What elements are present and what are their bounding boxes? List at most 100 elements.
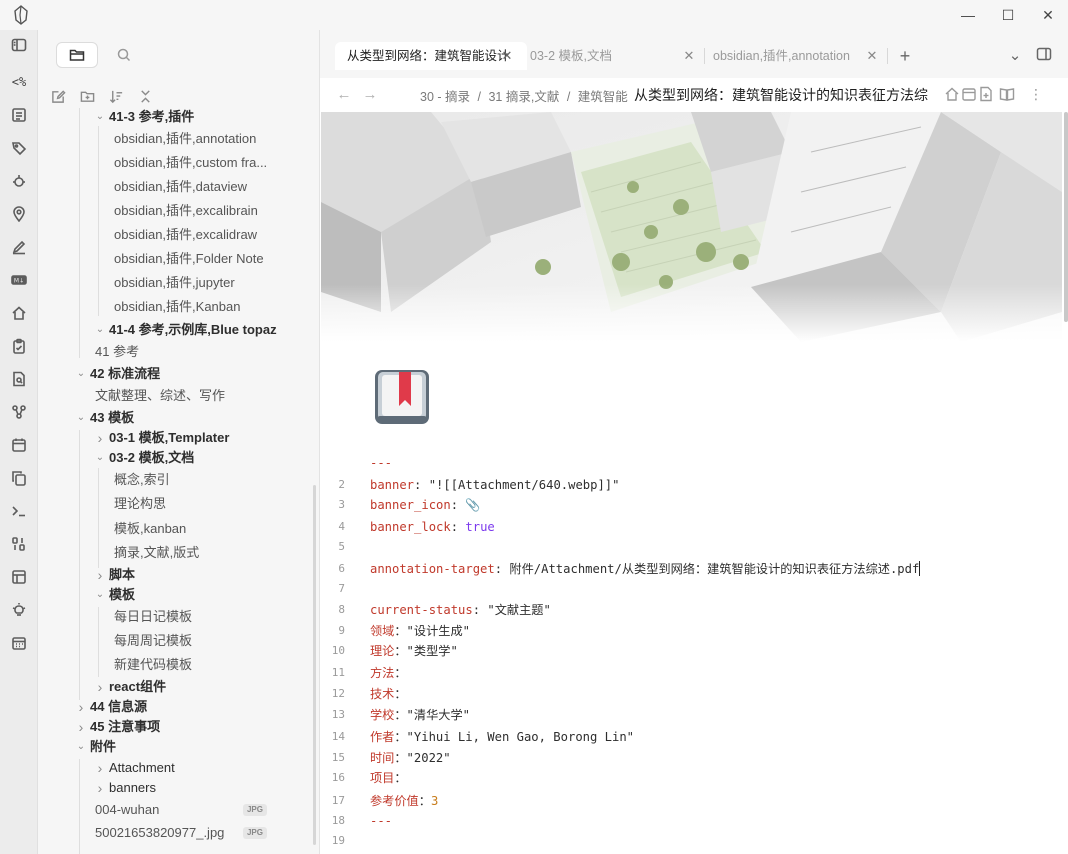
sidebar-scrollbar[interactable]	[313, 485, 316, 845]
pencil-icon[interactable]	[9, 237, 29, 257]
terminal-icon[interactable]	[9, 501, 29, 521]
tree-file[interactable]: obsidian,插件,excalibrain	[38, 200, 319, 222]
tree-file[interactable]: obsidian,插件,Folder Note	[38, 248, 319, 270]
chevron-right-icon[interactable]: ›	[95, 676, 105, 698]
close-tab-icon[interactable]: ✕	[498, 42, 516, 70]
tree-file[interactable]: 每日日记模板	[38, 606, 319, 628]
tree-folder[interactable]: › banners	[38, 777, 319, 799]
chevron-right-icon[interactable]: ›	[76, 696, 86, 718]
tag-icon[interactable]	[9, 138, 29, 158]
editor-line[interactable]: 6 annotation-target: 附件/Attachment/从类型到网络…	[321, 559, 1061, 579]
search-tab[interactable]	[112, 42, 136, 68]
editor-line[interactable]: 4 banner_lock: true	[321, 517, 1061, 537]
bug-icon[interactable]	[9, 171, 29, 191]
graph-icon[interactable]	[9, 402, 29, 422]
chevron-down-icon[interactable]: ⌄	[76, 736, 86, 758]
clipboard-icon[interactable]	[9, 336, 29, 356]
editor-line[interactable]: 8 current-status: "文献主题"	[321, 600, 1061, 620]
markdown-icon[interactable]: M↓	[9, 270, 29, 290]
lightbulb-icon[interactable]	[9, 600, 29, 620]
breadcrumb-item[interactable]: 30 - 摘录	[420, 90, 470, 104]
maximize-button[interactable]: ☐	[988, 0, 1028, 30]
more-options-icon[interactable]: ⋮	[1028, 86, 1044, 102]
chevron-right-icon[interactable]: ›	[95, 564, 105, 586]
home-icon[interactable]	[9, 303, 29, 323]
right-sidebar-toggle-icon[interactable]	[1036, 46, 1054, 64]
new-tab-button[interactable]: +	[894, 42, 916, 70]
files-tab[interactable]	[56, 42, 98, 68]
tree-file[interactable]: 摘录,文献,版式	[38, 542, 319, 564]
binary-icon[interactable]	[9, 534, 29, 554]
tree-file[interactable]: 模板,kanban	[38, 518, 319, 540]
close-tab-icon[interactable]: ✕	[680, 42, 698, 70]
chevron-right-icon[interactable]: ›	[95, 777, 105, 799]
tree-folder[interactable]: ⌄ 43 模板	[38, 407, 319, 429]
calendar-icon[interactable]	[961, 86, 977, 102]
search-file-icon[interactable]	[9, 369, 29, 389]
file-plus-icon[interactable]	[978, 86, 994, 102]
tree-folder[interactable]: ⌄ 03-2 模板,文档	[38, 447, 319, 469]
editor-line[interactable]: 2 banner: "![[Attachment/640.webp]]"	[321, 475, 1061, 495]
editor-line[interactable]: 11 方法：	[321, 663, 1061, 683]
tree-folder[interactable]: › 45 注意事项	[38, 716, 319, 738]
editor-scrollbar[interactable]	[1064, 112, 1068, 322]
editor-line[interactable]: 18 ---	[321, 811, 1061, 831]
editor-line[interactable]: 17 参考价值：3	[321, 791, 1061, 811]
editor-line[interactable]: 5	[321, 537, 1061, 557]
forward-button[interactable]: →	[360, 85, 380, 105]
sidebar-toggle-icon[interactable]	[9, 35, 29, 55]
tab-annotation[interactable]: obsidian,插件,annotation	[713, 42, 863, 70]
close-window-button[interactable]: ✕	[1028, 0, 1068, 30]
tab-template-doc[interactable]: 03-2 模板,文档	[530, 42, 680, 70]
back-button[interactable]: ←	[334, 85, 354, 105]
close-tab-icon[interactable]: ✕	[863, 42, 881, 70]
editor-line[interactable]: 16 项目：	[321, 768, 1061, 788]
chevron-right-icon[interactable]: ›	[95, 757, 105, 779]
map-pin-icon[interactable]	[9, 204, 29, 224]
tree-folder[interactable]: ⌄ 42 标准流程	[38, 363, 319, 385]
editor-line[interactable]: ---	[321, 453, 1061, 473]
calendar-icon[interactable]	[9, 435, 29, 455]
tree-file[interactable]: obsidian,插件,excalidraw	[38, 224, 319, 246]
chevron-right-icon[interactable]: ›	[95, 427, 105, 449]
tree-folder[interactable]: › 44 信息源	[38, 696, 319, 718]
new-note-icon[interactable]	[49, 87, 67, 105]
list-icon[interactable]	[9, 105, 29, 125]
calendar-grid-icon[interactable]	[9, 633, 29, 653]
editor-line[interactable]: 12 技术：	[321, 684, 1061, 704]
template-icon[interactable]: <%	[9, 72, 29, 92]
breadcrumb-item[interactable]: 建筑智能	[578, 90, 628, 104]
tree-folder[interactable]: › 03-1 模板,Templater	[38, 427, 319, 449]
tree-file[interactable]: 新建代码模板	[38, 654, 319, 676]
tree-file[interactable]: obsidian,插件,Kanban	[38, 296, 319, 318]
tree-folder[interactable]: ⌄ 模板	[38, 584, 319, 606]
tree-file[interactable]: 41 参考	[38, 341, 319, 363]
tree-file[interactable]: 50021653820977_.jpg JPG	[38, 822, 319, 844]
tree-file[interactable]: obsidian,插件,annotation	[38, 128, 319, 150]
chevron-down-icon[interactable]: ⌄	[95, 447, 105, 469]
editor-line[interactable]: 9 领域："设计生成"	[321, 621, 1061, 641]
home-icon[interactable]	[944, 86, 960, 102]
tree-folder[interactable]: › 脚本	[38, 564, 319, 586]
reading-view-icon[interactable]	[999, 86, 1015, 102]
tree-file[interactable]: 概念,索引	[38, 469, 319, 491]
tree-file[interactable]: 004-wuhan JPG	[38, 799, 319, 821]
copy-icon[interactable]	[9, 468, 29, 488]
tree-file[interactable]: 理论构思	[38, 493, 319, 515]
chevron-down-icon[interactable]: ⌄	[76, 363, 86, 385]
collapse-all-icon[interactable]	[136, 87, 154, 105]
minimize-button[interactable]: —	[948, 0, 988, 30]
tree-file[interactable]: obsidian,插件,dataview	[38, 176, 319, 198]
tree-folder[interactable]: ⌄ 41-3 参考,插件	[38, 106, 319, 128]
sort-icon[interactable]	[107, 87, 125, 105]
tree-file[interactable]: 每周周记模板	[38, 630, 319, 652]
editor-line[interactable]: 15 时间："2022"	[321, 748, 1061, 768]
chevron-down-icon[interactable]: ⌄	[76, 407, 86, 429]
chevron-down-icon[interactable]: ⌄	[95, 106, 105, 128]
editor-line[interactable]: 7	[321, 579, 1061, 599]
tree-file[interactable]: obsidian,插件,custom fra...	[38, 152, 319, 174]
tree-file[interactable]: obsidian,插件,jupyter	[38, 272, 319, 294]
editor-line[interactable]: 10 理论："类型学"	[321, 641, 1061, 661]
editor-line[interactable]: 3 banner_icon: 📎	[321, 495, 1061, 515]
layout-icon[interactable]	[9, 567, 29, 587]
